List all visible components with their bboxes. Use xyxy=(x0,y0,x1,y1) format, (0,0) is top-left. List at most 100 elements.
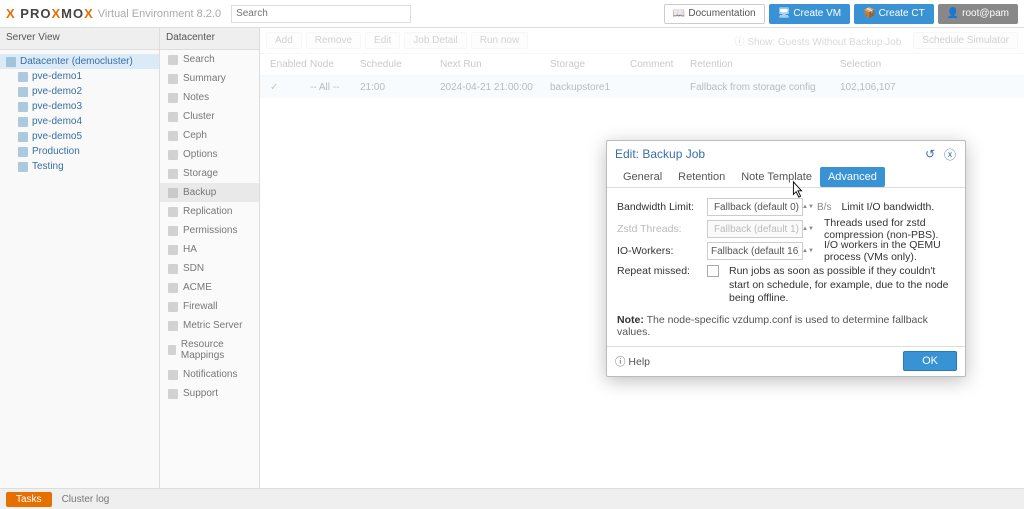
spinner-icon: ▲▼ xyxy=(802,226,814,232)
tree-node[interactable]: Testing xyxy=(0,159,159,174)
section-nav: Datacenter Search SummaryNotesClusterCeph… xyxy=(160,28,260,488)
nav-item-label: SDN xyxy=(183,263,204,274)
nav-icon xyxy=(168,345,176,355)
zstd-threads-label: Zstd Threads: xyxy=(617,223,707,235)
create-ct-button[interactable]: 📦 Create CT xyxy=(854,4,934,24)
note-prefix: Note: xyxy=(617,314,644,326)
spinner-icon[interactable]: ▲▼ xyxy=(802,248,814,254)
nav-item-backup[interactable]: Backup xyxy=(160,183,259,202)
nav-icon xyxy=(168,131,178,141)
documentation-button[interactable]: 📖 Documentation xyxy=(664,4,765,24)
note-text: The node-specific vzdump.conf is used to… xyxy=(617,314,928,338)
node-icon xyxy=(18,117,28,127)
nav-item-permissions[interactable]: Permissions xyxy=(160,221,259,240)
version-label: Virtual Environment 8.2.0 xyxy=(98,8,221,20)
node-icon xyxy=(18,147,28,157)
top-bar: X PROXMOX Virtual Environment 8.2.0 📖 Do… xyxy=(0,0,1024,28)
nav-icon xyxy=(168,93,178,103)
nav-item-label: Storage xyxy=(183,168,218,179)
nav-icon xyxy=(168,55,178,65)
nav-item-replication[interactable]: Replication xyxy=(160,202,259,221)
bandwidth-unit: B/s xyxy=(817,202,831,213)
tab-retention[interactable]: Retention xyxy=(670,167,733,187)
tree-node[interactable]: pve-demo3 xyxy=(0,99,159,114)
nav-item-firewall[interactable]: Firewall xyxy=(160,297,259,316)
nav-item-cluster[interactable]: Cluster xyxy=(160,107,259,126)
create-vm-button[interactable]: 🖥 Create VM xyxy=(769,4,851,24)
nav-item-resource-mappings[interactable]: Resource Mappings xyxy=(160,335,259,365)
nav-item-options[interactable]: Options xyxy=(160,145,259,164)
tasks-tab[interactable]: Tasks xyxy=(6,492,52,507)
create-vm-label: Create VM xyxy=(793,8,841,19)
nav-item-support[interactable]: Support xyxy=(160,384,259,403)
tree-node[interactable]: pve-demo2 xyxy=(0,84,159,99)
nav-item-label: HA xyxy=(183,244,197,255)
tree-node[interactable]: Production xyxy=(0,144,159,159)
tree-node[interactable]: pve-demo5 xyxy=(0,129,159,144)
tree-node[interactable]: pve-demo4 xyxy=(0,114,159,129)
tree-node-label: Testing xyxy=(32,161,64,172)
nav-item-notes[interactable]: Notes xyxy=(160,88,259,107)
io-workers-input[interactable] xyxy=(707,242,803,260)
fallback-note: Note: The node-specific vzdump.conf is u… xyxy=(617,314,955,338)
bottom-bar: Tasks Cluster log xyxy=(0,488,1024,509)
nav-item-acme[interactable]: ACME xyxy=(160,278,259,297)
ok-button[interactable]: OK xyxy=(903,351,957,371)
nav-item-label: Backup xyxy=(183,187,216,198)
nav-item-metric-server[interactable]: Metric Server xyxy=(160,316,259,335)
repeat-missed-desc: Run jobs as soon as possible if they cou… xyxy=(729,265,955,306)
nav-icon xyxy=(168,207,178,217)
create-ct-label: Create CT xyxy=(879,8,925,19)
section-nav-header: Datacenter xyxy=(160,28,259,50)
tree-datacenter[interactable]: Datacenter (democluster) xyxy=(0,54,159,69)
tree-node-label: Production xyxy=(32,146,80,157)
nav-item-label: Notifications xyxy=(183,369,237,380)
nav-icon xyxy=(168,321,178,331)
nav-item-notifications[interactable]: Notifications xyxy=(160,365,259,384)
nav-icon xyxy=(168,389,178,399)
tab-advanced[interactable]: Advanced xyxy=(820,167,885,187)
nav-icon xyxy=(168,302,178,312)
datacenter-icon xyxy=(6,57,16,67)
node-icon xyxy=(18,102,28,112)
cluster-log-tab[interactable]: Cluster log xyxy=(62,494,110,505)
nav-item-label: Search xyxy=(183,54,215,65)
nav-icon xyxy=(168,188,178,198)
user-menu-button[interactable]: 👤 root@pam xyxy=(938,4,1018,24)
nav-item-label: Firewall xyxy=(183,301,217,312)
nav-item-summary[interactable]: Summary xyxy=(160,69,259,88)
nav-item-sdn[interactable]: SDN xyxy=(160,259,259,278)
tab-note-template[interactable]: Note Template xyxy=(733,167,820,187)
nav-icon xyxy=(168,74,178,84)
global-search-input[interactable] xyxy=(231,5,411,23)
nav-item-label: Resource Mappings xyxy=(181,339,251,361)
logo: X PROXMOX xyxy=(6,6,94,21)
nav-icon xyxy=(168,264,178,274)
server-tree-panel: Server View Datacenter (democluster) pve… xyxy=(0,28,160,488)
bandwidth-limit-input[interactable] xyxy=(707,198,803,216)
close-icon[interactable]: ⓧ xyxy=(943,147,957,161)
spinner-icon[interactable]: ▲▼ xyxy=(802,204,814,210)
nav-item-search[interactable]: Search xyxy=(160,50,259,69)
nav-icon xyxy=(168,226,178,236)
reset-icon[interactable]: ↺ xyxy=(923,147,937,161)
nav-icon xyxy=(168,150,178,160)
tree-node[interactable]: pve-demo1 xyxy=(0,69,159,84)
nav-item-label: ACME xyxy=(183,282,212,293)
tab-general[interactable]: General xyxy=(615,167,670,187)
nav-icon xyxy=(168,169,178,179)
documentation-label: Documentation xyxy=(688,8,755,19)
bandwidth-limit-label: Bandwidth Limit: xyxy=(617,201,707,213)
io-workers-desc: I/O workers in the QEMU process (VMs onl… xyxy=(824,239,955,263)
tree-datacenter-label: Datacenter (democluster) xyxy=(20,56,133,67)
repeat-missed-label: Repeat missed: xyxy=(617,265,707,277)
repeat-missed-checkbox[interactable] xyxy=(707,265,719,277)
nav-item-ha[interactable]: HA xyxy=(160,240,259,259)
nav-item-label: Options xyxy=(183,149,217,160)
help-button[interactable]: ⓘ Help xyxy=(615,354,650,369)
nav-item-storage[interactable]: Storage xyxy=(160,164,259,183)
nav-item-ceph[interactable]: Ceph xyxy=(160,126,259,145)
nav-icon xyxy=(168,370,178,380)
zstd-threads-input xyxy=(707,220,803,238)
dialog-title: Edit: Backup Job xyxy=(615,147,705,161)
